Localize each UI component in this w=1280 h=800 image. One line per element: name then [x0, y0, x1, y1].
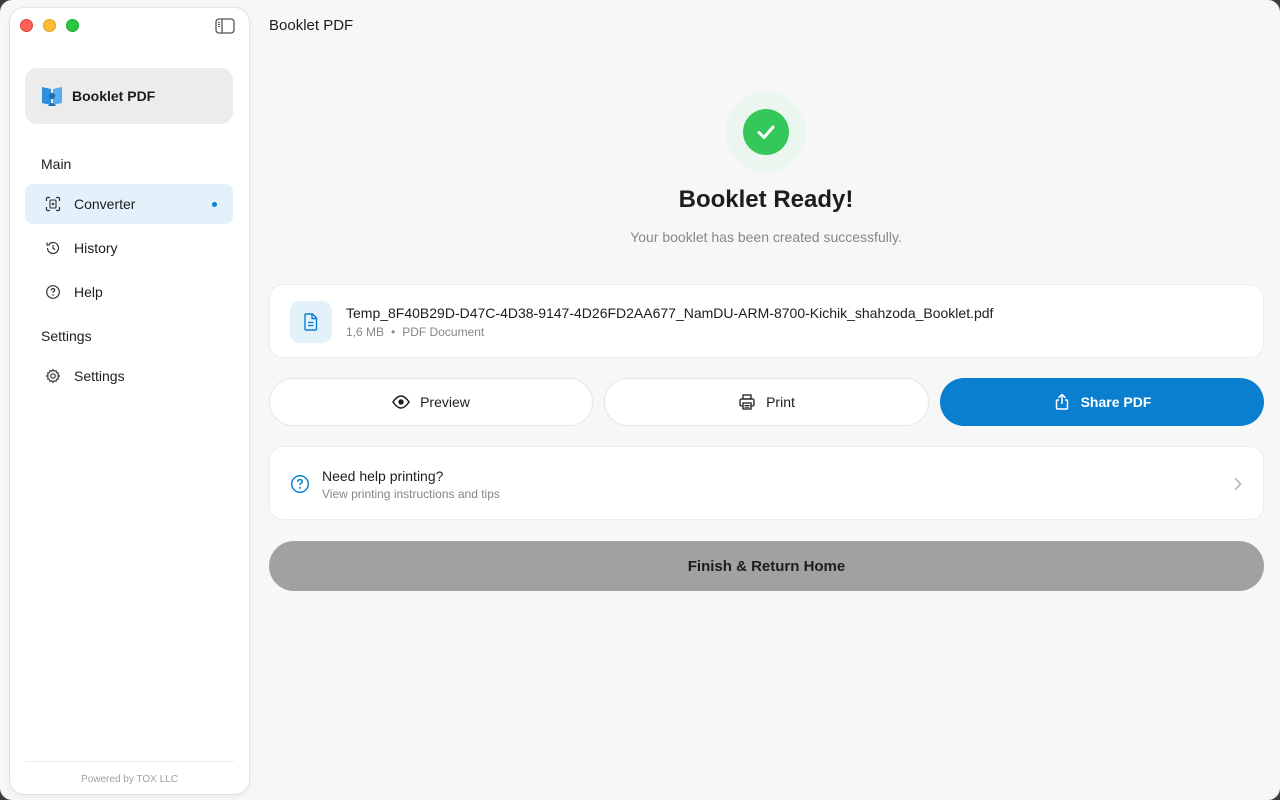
share-pdf-button[interactable]: Share PDF: [940, 378, 1264, 426]
share-pdf-button-label: Share PDF: [1080, 394, 1152, 410]
page-title: Booklet PDF: [269, 17, 354, 34]
powered-by-footer: Powered by TOX LLC: [81, 774, 178, 785]
success-circle: [743, 109, 789, 155]
sidebar-item-label: Help: [74, 284, 103, 300]
sidebar: Booklet PDF Main Converter History Help …: [10, 8, 249, 794]
help-printing-card[interactable]: Need help printing? View printing instru…: [269, 446, 1264, 520]
file-meta: 1,6 MB • PDF Document: [346, 325, 484, 339]
sidebar-item-label: Settings: [74, 368, 125, 384]
file-name: Temp_8F40B29D-D47C-4D38-9147-4D26FD2AA67…: [346, 305, 994, 321]
close-window-button[interactable]: [20, 19, 33, 32]
meta-separator: •: [391, 325, 396, 339]
sidebar-toggle-icon[interactable]: [215, 18, 235, 34]
section-settings-label: Settings: [41, 328, 92, 344]
app-name: Booklet PDF: [72, 88, 156, 104]
sidebar-item-help[interactable]: Help: [25, 272, 233, 312]
window-controls: [20, 19, 79, 32]
booklet-logo-icon: [42, 87, 62, 106]
success-badge: [726, 92, 806, 172]
chevron-right-icon: [1234, 477, 1242, 491]
finish-return-home-button[interactable]: Finish & Return Home: [269, 541, 1264, 591]
file-type: PDF Document: [402, 325, 485, 339]
help-subtitle: View printing instructions and tips: [322, 487, 500, 501]
print-button[interactable]: Print: [604, 378, 929, 426]
document-icon: [304, 313, 318, 331]
zoom-window-button[interactable]: [66, 19, 79, 32]
help-title: Need help printing?: [322, 468, 444, 484]
success-headline: Booklet Ready!: [678, 186, 854, 213]
checkmark-icon: [757, 125, 775, 139]
printer-icon: [739, 394, 755, 410]
success-subline: Your booklet has been created successful…: [630, 229, 902, 245]
sidebar-item-settings[interactable]: Settings: [25, 356, 233, 396]
app-header-card: Booklet PDF: [25, 68, 233, 124]
help-icon: [46, 285, 60, 299]
file-card: Temp_8F40B29D-D47C-4D38-9147-4D26FD2AA67…: [269, 284, 1264, 358]
app-window: Booklet PDF Main Converter History Help …: [0, 0, 1280, 800]
minimize-window-button[interactable]: [43, 19, 56, 32]
question-circle-icon: [290, 474, 310, 494]
file-icon-badge: [290, 301, 332, 343]
file-size: 1,6 MB: [346, 325, 385, 339]
share-icon: [1055, 393, 1068, 410]
section-main-label: Main: [41, 156, 72, 172]
preview-button-label: Preview: [420, 394, 470, 410]
eye-icon: [392, 395, 410, 409]
print-button-label: Print: [766, 394, 795, 410]
sidebar-divider: [25, 761, 234, 762]
preview-button[interactable]: Preview: [269, 378, 593, 426]
gear-icon: [45, 368, 61, 384]
